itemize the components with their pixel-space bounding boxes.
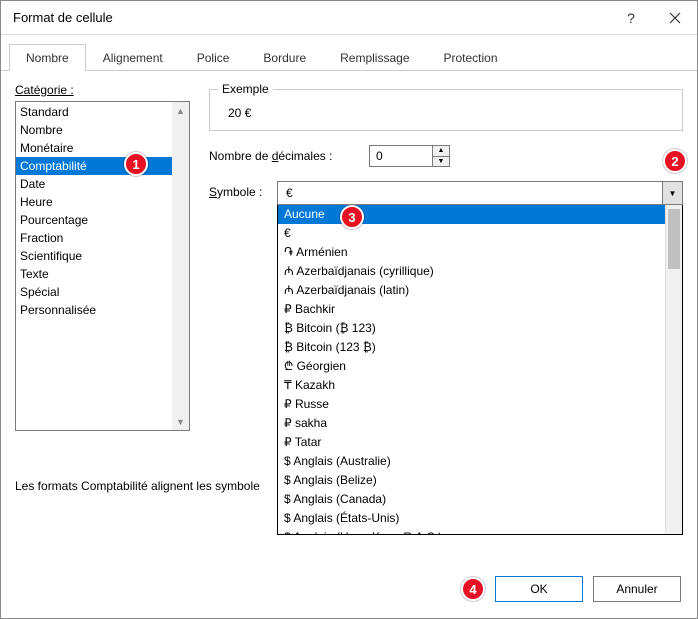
- callout-4: 4: [461, 577, 485, 601]
- symbol-option[interactable]: ₾ Géorgien: [278, 357, 682, 376]
- example-value: 20 €: [228, 106, 672, 120]
- callout-1: 1: [124, 152, 148, 176]
- symbol-option[interactable]: ₼ Azerbaïdjanais (cyrillique): [278, 262, 682, 281]
- symbol-option[interactable]: €: [278, 224, 682, 243]
- symbol-option[interactable]: ₽ Bachkir: [278, 300, 682, 319]
- category-item[interactable]: Heure: [16, 193, 189, 211]
- example-box: Exemple 20 €: [209, 89, 683, 131]
- decimals-spinner[interactable]: ▲ ▼: [369, 145, 450, 167]
- symbol-option[interactable]: ₿ Bitcoin (₿ 123): [278, 319, 682, 338]
- close-button[interactable]: [653, 1, 697, 35]
- decimals-label: Nombre de décimales :: [209, 149, 369, 163]
- format-cell-dialog: Format de cellule ? NombreAlignementPoli…: [0, 0, 698, 619]
- callout-3: 3: [340, 205, 364, 229]
- right-pane: Exemple 20 € Nombre de décimales : ▲ ▼ 2: [195, 83, 683, 535]
- spinner-down-icon[interactable]: ▼: [433, 157, 449, 167]
- content-area: Catégorie : StandardNombreMonétaireCompt…: [1, 71, 697, 535]
- tab-remplissage[interactable]: Remplissage: [323, 44, 426, 71]
- window-title: Format de cellule: [13, 10, 609, 25]
- symbol-option[interactable]: ֏ Arménien: [278, 243, 682, 262]
- symbol-dropdown[interactable]: Aucune€֏ Arménien₼ Azerbaïdjanais (cyril…: [277, 205, 683, 535]
- chevron-down-icon[interactable]: ▼: [662, 182, 682, 204]
- callout-2: 2: [663, 149, 687, 173]
- dialog-footer: 4 OK Annuler: [461, 576, 681, 602]
- symbol-option[interactable]: ₸ Kazakh: [278, 376, 682, 395]
- category-item[interactable]: Monétaire: [16, 139, 189, 157]
- example-legend: Exemple: [218, 82, 273, 96]
- category-item[interactable]: Nombre: [16, 121, 189, 139]
- scroll-up-icon[interactable]: ▲: [172, 102, 189, 119]
- tabstrip: NombreAlignementPoliceBordureRemplissage…: [1, 35, 697, 71]
- symbol-row: Symbole : € ▼ Aucune€֏ Arménien₼ Azerbaï…: [209, 181, 683, 535]
- decimals-row: Nombre de décimales : ▲ ▼: [209, 145, 683, 167]
- help-button[interactable]: ?: [609, 1, 653, 35]
- tab-nombre[interactable]: Nombre: [9, 44, 86, 71]
- category-listbox[interactable]: StandardNombreMonétaireComptabilitéDateH…: [15, 101, 190, 431]
- decimals-input[interactable]: [370, 146, 432, 166]
- tab-protection[interactable]: Protection: [427, 44, 515, 71]
- category-item[interactable]: Pourcentage: [16, 211, 189, 229]
- symbol-option[interactable]: Aucune: [278, 205, 682, 224]
- symbol-label: Symbole :: [209, 181, 277, 199]
- category-item[interactable]: Date: [16, 175, 189, 193]
- scrollbar[interactable]: ▲ ▼: [172, 102, 189, 430]
- left-pane: Catégorie : StandardNombreMonétaireCompt…: [15, 83, 195, 535]
- symbol-option[interactable]: ₽ Russe: [278, 395, 682, 414]
- category-item[interactable]: Texte: [16, 265, 189, 283]
- tab-police[interactable]: Police: [180, 44, 247, 71]
- symbol-option[interactable]: $ Anglais (Hong Kong R.A.S.): [278, 528, 682, 535]
- cancel-button[interactable]: Annuler: [593, 576, 681, 602]
- symbol-option[interactable]: $ Anglais (Belize): [278, 471, 682, 490]
- category-item[interactable]: Standard: [16, 103, 189, 121]
- category-item[interactable]: Fraction: [16, 229, 189, 247]
- category-item[interactable]: Spécial: [16, 283, 189, 301]
- ok-button[interactable]: OK: [495, 576, 583, 602]
- tab-alignement[interactable]: Alignement: [86, 44, 180, 71]
- symbol-option[interactable]: ₽ Tatar: [278, 433, 682, 452]
- symbol-combo[interactable]: € ▼ Aucune€֏ Arménien₼ Azerbaïdjanais (c…: [277, 181, 683, 535]
- category-item[interactable]: Scientifique: [16, 247, 189, 265]
- close-icon: [669, 12, 681, 24]
- category-label: Catégorie :: [15, 83, 195, 97]
- symbol-selected-value: €: [278, 186, 662, 200]
- spinner-up-icon[interactable]: ▲: [433, 146, 449, 157]
- category-item[interactable]: Comptabilité: [16, 157, 189, 175]
- symbol-option[interactable]: $ Anglais (Canada): [278, 490, 682, 509]
- format-description: Les formats Comptabilité alignent les sy…: [15, 479, 260, 493]
- symbol-option[interactable]: ₿ Bitcoin (123 ₿): [278, 338, 682, 357]
- tab-bordure[interactable]: Bordure: [246, 44, 323, 71]
- symbol-combo-input[interactable]: € ▼: [277, 181, 683, 205]
- category-item[interactable]: Personnalisée: [16, 301, 189, 319]
- dropdown-scrollbar[interactable]: [665, 205, 682, 534]
- symbol-option[interactable]: ₼ Azerbaïdjanais (latin): [278, 281, 682, 300]
- titlebar: Format de cellule ?: [1, 1, 697, 35]
- scroll-down-icon[interactable]: ▼: [172, 413, 189, 430]
- symbol-option[interactable]: $ Anglais (États-Unis): [278, 509, 682, 528]
- symbol-option[interactable]: $ Anglais (Australie): [278, 452, 682, 471]
- scrollbar-thumb[interactable]: [668, 209, 680, 269]
- symbol-option[interactable]: ₽ sakha: [278, 414, 682, 433]
